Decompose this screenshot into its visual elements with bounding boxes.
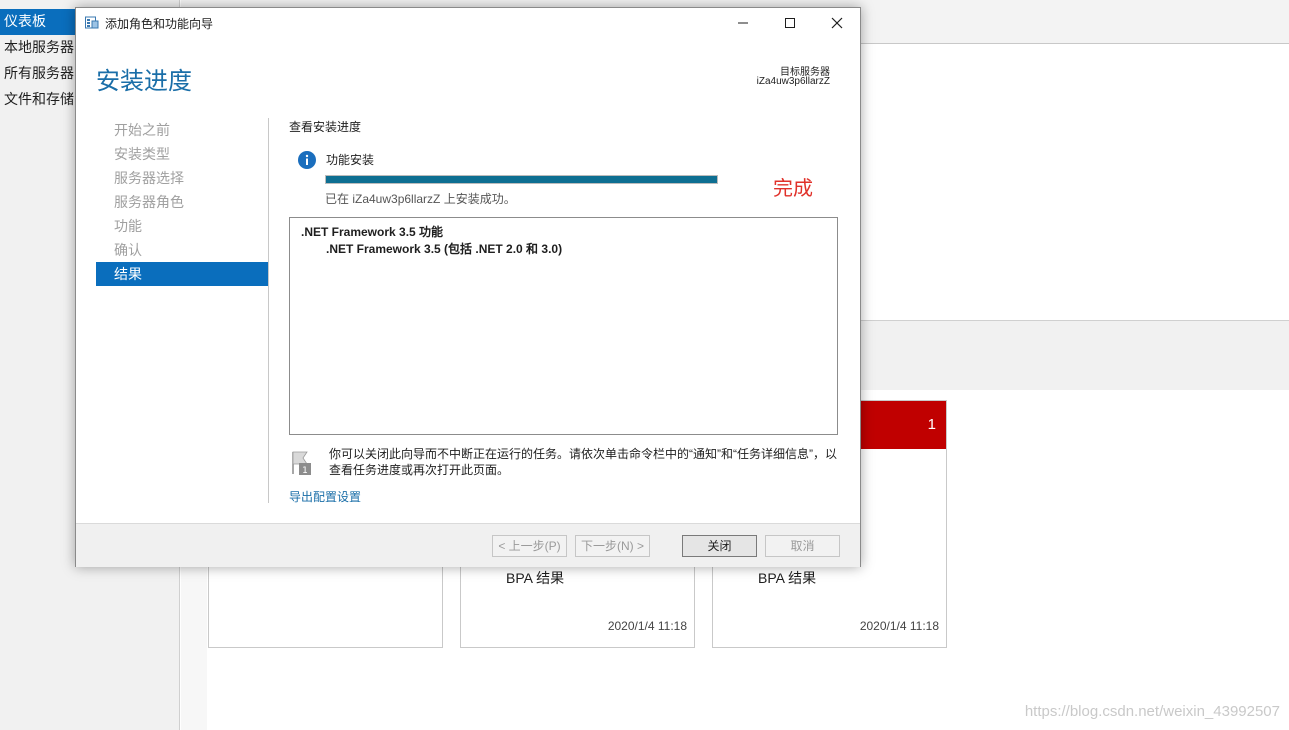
maximize-button[interactable] [767, 8, 813, 38]
minimize-button[interactable] [720, 8, 766, 38]
install-progress-bar [325, 175, 718, 184]
step-before-you-begin[interactable]: 开始之前 [96, 118, 268, 142]
step-installation-type[interactable]: 安装类型 [96, 142, 268, 166]
step-label: 结果 [114, 266, 142, 282]
step-label: 开始之前 [114, 122, 170, 138]
window-title: 添加角色和功能向导 [105, 17, 214, 31]
tile-bpa-label[interactable]: BPA 结果 [758, 568, 816, 588]
close-button[interactable]: 关闭 [682, 535, 757, 557]
cancel-button[interactable]: 取消 [765, 535, 840, 557]
result-sub-feature: .NET Framework 3.5 (包括 .NET 2.0 和 3.0) [326, 242, 563, 256]
install-progress-fill [326, 176, 717, 183]
step-label: 服务器选择 [114, 170, 184, 186]
close-icon [831, 17, 843, 29]
sidebar-item-label: 本地服务器 [4, 39, 74, 55]
step-label: 功能 [114, 218, 142, 234]
step-confirmation[interactable]: 确认 [96, 238, 268, 262]
notification-flag-icon: 1 [292, 451, 311, 476]
target-server-name: iZa4uw3p6llarzZ [756, 76, 830, 87]
feature-install-label: 功能安装 [326, 153, 375, 167]
sidebar-item-label: 仪表板 [4, 13, 46, 29]
close-wizard-note: 你可以关闭此向导而不中断正在运行的任务。请依次单击命令栏中的“通知”和“任务详细… [329, 447, 837, 477]
sidebar-item-label: 所有服务器 [4, 65, 74, 81]
step-server-selection[interactable]: 服务器选择 [96, 166, 268, 190]
tile-timestamp: 2020/1/4 11:18 [859, 619, 939, 633]
tile-timestamp: 2020/1/4 11:18 [607, 619, 687, 633]
step-label: 确认 [114, 242, 142, 258]
tile-alert-count: 1 [927, 416, 936, 433]
section-title: 查看安装进度 [289, 120, 362, 134]
step-label: 服务器角色 [114, 194, 184, 210]
watermark: https://blog.csdn.net/weixin_43992507 [1024, 703, 1280, 720]
step-server-roles[interactable]: 服务器角色 [96, 190, 268, 214]
info-icon [298, 151, 316, 169]
previous-button[interactable]: < 上一步(P) [492, 535, 567, 557]
step-label: 安装类型 [114, 146, 170, 162]
next-button[interactable]: 下一步(N) > [575, 535, 650, 557]
tile-bpa-label[interactable]: BPA 结果 [506, 568, 564, 588]
step-results[interactable]: 结果 [96, 262, 268, 286]
add-roles-features-wizard: 添加角色和功能向导 安装进度 目标服务器 iZa4uw3p6llarzZ 开始之… [75, 7, 861, 567]
install-success-text: 已在 iZa4uw3p6llarzZ 上安装成功。 [325, 192, 516, 206]
title-bar[interactable]: 添加角色和功能向导 [76, 8, 860, 38]
nav-divider [268, 118, 269, 503]
export-config-link[interactable]: 导出配置设置 [289, 488, 361, 505]
complete-annotation: 完成 [773, 178, 813, 200]
minimize-icon [738, 22, 748, 24]
step-features[interactable]: 功能 [96, 214, 268, 238]
page-title: 安装进度 [96, 68, 192, 95]
sidebar-item-label: 文件和存储 [4, 91, 74, 107]
close-window-button[interactable] [814, 8, 860, 38]
maximize-icon [785, 18, 795, 28]
svg-text:1: 1 [302, 466, 308, 476]
result-feature: .NET Framework 3.5 功能 [301, 225, 444, 239]
wizard-app-icon [85, 16, 99, 29]
results-list[interactable]: .NET Framework 3.5 功能 .NET Framework 3.5… [289, 217, 838, 435]
wizard-footer: < 上一步(P) 下一步(N) > 关闭 取消 [76, 523, 860, 567]
